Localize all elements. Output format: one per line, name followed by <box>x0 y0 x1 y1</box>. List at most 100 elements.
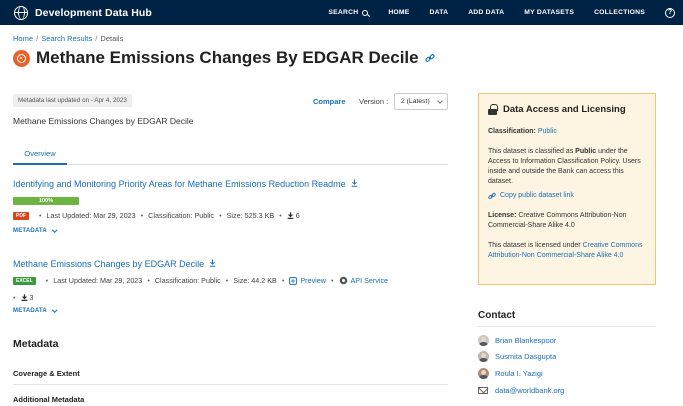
preview-label: Preview <box>300 276 326 285</box>
page-title: Methane Emissions Changes By EDGAR Decil… <box>36 48 419 67</box>
avatar <box>478 368 489 379</box>
data-access-title-label: Data Access and Licensing <box>503 104 626 115</box>
contact-email[interactable]: data@worldbank.org <box>478 386 564 395</box>
contact-person[interactable]: Brian Blankespoor <box>478 335 556 346</box>
nav-search-label: SEARCH <box>328 9 359 16</box>
metadata-section-additional[interactable]: Additional Metadata <box>13 395 84 404</box>
separator-dot: • <box>147 276 150 285</box>
link-icon <box>488 192 496 200</box>
separator-dot: • <box>45 276 49 285</box>
tab-bar: Overview <box>13 147 448 165</box>
download-icon[interactable] <box>351 179 358 189</box>
resource-meta-readme: PDF • Last Updated: Mar 29, 2023 • Class… <box>13 211 300 220</box>
metadata-updated-badge: Metadata last updated on - Apr 4, 2023 <box>13 94 132 107</box>
breadcrumb-separator: / <box>93 34 100 43</box>
para2-a: This dataset is licensed under <box>488 242 583 249</box>
dataset-icon <box>13 49 30 67</box>
breadcrumb-home[interactable]: Home <box>13 34 33 43</box>
data-access-title: Data Access and Licensing <box>488 104 626 115</box>
classification-paragraph: This dataset is classified as Public und… <box>488 147 650 187</box>
separator-dot: • <box>13 293 16 302</box>
nav-add-data[interactable]: ADD DATA <box>468 9 504 16</box>
breadcrumb: Home / Search Results / Details <box>13 34 123 43</box>
license-row: License: Creative Commons Attribution-No… <box>488 211 650 231</box>
separator-dot: • <box>225 276 229 285</box>
download-count-value: 6 <box>295 211 300 220</box>
classification: Classification: Public <box>148 211 215 220</box>
nav-my-datasets[interactable]: MY DATASETS <box>524 9 574 16</box>
classification-row: Classification: Public <box>488 127 650 137</box>
nav-home[interactable]: HOME <box>388 9 409 16</box>
file-size: Size: 44.2 KB <box>233 276 277 285</box>
license-label: License: <box>488 212 517 219</box>
lock-icon <box>488 104 498 115</box>
contact-email-address: data@worldbank.org <box>495 386 565 395</box>
resource-title-label: Identifying and Monitoring Priority Area… <box>13 179 346 189</box>
format-badge-excel: EXCEL <box>13 276 36 285</box>
metadata-toggle-excel[interactable]: METADATA <box>13 307 58 314</box>
download-count-icon <box>21 294 27 301</box>
compare-link[interactable]: Compare <box>313 97 346 106</box>
last-updated: Last Updated: Mar 29, 2023 <box>46 211 136 220</box>
para1-a: This dataset is classified as <box>488 148 576 155</box>
copy-public-link-label: Copy public dataset link <box>500 192 574 199</box>
last-updated: Last Updated: Mar 29, 2023 <box>53 276 143 285</box>
chevron-down-icon <box>437 98 443 104</box>
download-count: 3 <box>21 293 34 302</box>
separator-dot: • <box>140 211 144 220</box>
breadcrumb-separator: / <box>34 34 41 43</box>
file-size: Size: 525.3 KB <box>226 211 275 220</box>
contact-person-name: Brian Blankespoor <box>495 336 557 345</box>
classification-label: Classification: <box>488 128 536 135</box>
download-count-value: 3 <box>29 293 34 302</box>
avatar <box>478 351 489 362</box>
api-service-link[interactable]: API Service <box>339 276 389 285</box>
metadata-heading: Metadata <box>13 338 59 350</box>
classification: Classification: Public <box>154 276 221 285</box>
globe-icon <box>14 5 28 20</box>
classification-value-link[interactable]: Public <box>538 128 557 135</box>
search-icon <box>362 9 369 16</box>
contact-person-name: Roula I. Yazigi <box>495 369 543 378</box>
metadata-toggle-readme[interactable]: METADATA <box>13 227 58 234</box>
tab-overview[interactable]: Overview <box>13 147 67 165</box>
metadata-toggle-label: METADATA <box>13 228 47 234</box>
brand-name: Development Data Hub <box>35 6 152 19</box>
resource-meta-excel: EXCEL • Last Updated: Mar 29, 2023 • Cla… <box>13 276 388 285</box>
version-select-value: 2 (Latest) <box>401 98 430 105</box>
breadcrumb-search-results[interactable]: Search Results <box>41 34 92 43</box>
title-row: Methane Emissions Changes By EDGAR Decil… <box>13 48 435 68</box>
contact-person[interactable]: Susmita Dasgupta <box>478 351 556 362</box>
chevron-down-icon <box>52 307 58 313</box>
nav-search[interactable]: SEARCH <box>328 9 369 16</box>
resource-title-excel[interactable]: Methane Emissions Changes by EDGAR Decil… <box>13 259 216 269</box>
nav-collections[interactable]: COLLECTIONS <box>594 9 645 16</box>
download-count: 6 <box>287 211 300 220</box>
contact-person[interactable]: Roula I. Yazigi <box>478 368 543 379</box>
mail-icon <box>478 387 488 394</box>
version-select[interactable]: 2 (Latest) <box>394 93 448 110</box>
download-icon[interactable] <box>209 259 216 269</box>
nav-links: SEARCH HOME DATA ADD DATA MY DATASETS CO… <box>328 0 683 25</box>
dataset-description: Methane Emissions Changes by EDGAR Decil… <box>13 116 194 126</box>
metadata-section-coverage[interactable]: Coverage & Extent <box>13 369 80 378</box>
preview-link[interactable]: Preview <box>289 276 326 285</box>
contact-person-name: Susmita Dasgupta <box>495 352 557 361</box>
chevron-down-icon <box>52 227 58 233</box>
copy-public-link[interactable]: Copy public dataset link <box>488 191 650 201</box>
resource-meta-excel-downloads: • 3 <box>13 293 34 302</box>
separator-dot: • <box>330 276 334 285</box>
api-service-label: API Service <box>350 276 389 285</box>
contact-title: Contact <box>478 310 516 321</box>
help-icon[interactable]: ? <box>665 7 675 18</box>
brand[interactable]: Development Data Hub <box>14 5 152 20</box>
link-icon[interactable] <box>425 53 435 63</box>
nav-data[interactable]: DATA <box>430 9 449 16</box>
divider <box>478 326 656 327</box>
top-navbar: Development Data Hub SEARCH HOME DATA AD… <box>0 0 683 25</box>
metadata-toggle-label: METADATA <box>13 308 47 314</box>
divider <box>13 384 448 385</box>
resource-title-label: Methane Emissions Changes by EDGAR Decil… <box>13 259 205 269</box>
separator-dot: • <box>281 276 285 285</box>
resource-title-readme[interactable]: Identifying and Monitoring Priority Area… <box>13 179 358 189</box>
